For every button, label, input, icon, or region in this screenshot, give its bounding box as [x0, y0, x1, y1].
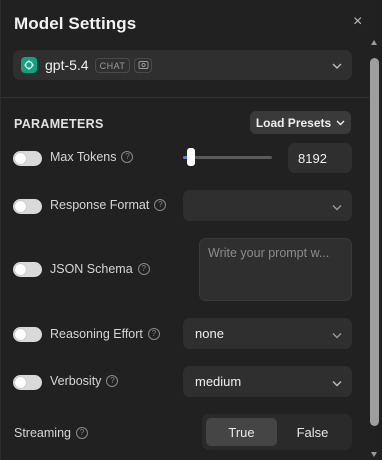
max-tokens-row-label: Max Tokens ? [50, 150, 134, 164]
toggle-knob [15, 153, 26, 164]
json-schema-textarea[interactable]: Write your prompt w... [199, 238, 352, 301]
json-schema-label: JSON Schema [50, 262, 133, 276]
openai-logo-icon [21, 57, 37, 73]
model-name: gpt-5.4 [45, 57, 89, 73]
slider-thumb[interactable] [187, 148, 196, 166]
reasoning-effort-label: Reasoning Effort [50, 327, 143, 341]
verbosity-row-label: Verbosity ? [50, 374, 119, 388]
scrollbar-thumb[interactable] [370, 58, 379, 426]
json-schema-toggle[interactable] [13, 262, 42, 277]
response-format-select[interactable] [183, 190, 352, 221]
toggle-knob [15, 329, 26, 340]
load-presets-button[interactable]: Load Presets [250, 111, 351, 134]
scrollbar[interactable] [370, 40, 379, 460]
help-icon[interactable]: ? [75, 427, 88, 439]
verbosity-select[interactable]: medium [183, 366, 352, 397]
reasoning-effort-select[interactable]: none [183, 318, 352, 349]
help-icon[interactable]: ? [121, 151, 134, 163]
chevron-down-icon [332, 56, 342, 74]
scroll-down-arrow-icon[interactable] [371, 452, 377, 457]
vision-icon [134, 57, 153, 73]
response-format-row-label: Response Format ? [50, 198, 167, 212]
parameters-heading: PARAMETERS [14, 117, 104, 131]
chevron-down-icon [332, 198, 342, 213]
help-icon[interactable]: ? [154, 199, 167, 211]
reasoning-effort-toggle[interactable] [13, 327, 42, 342]
panel-title: Model Settings [14, 14, 137, 33]
close-button[interactable]: × [353, 13, 362, 31]
scroll-up-arrow-icon[interactable] [371, 40, 377, 45]
max-tokens-slider[interactable] [183, 156, 272, 159]
divider [1, 97, 369, 98]
response-format-label: Response Format [50, 198, 150, 212]
help-icon[interactable]: ? [147, 328, 160, 340]
verbosity-toggle[interactable] [13, 375, 42, 390]
toggle-knob [15, 377, 26, 388]
json-schema-row-label: JSON Schema ? [50, 262, 150, 276]
streaming-true-option[interactable]: True [206, 418, 277, 446]
streaming-false-option[interactable]: False [277, 418, 348, 446]
model-selector[interactable]: gpt-5.4 CHAT [13, 50, 352, 80]
streaming-segmented-control: True False [202, 414, 352, 450]
help-icon[interactable]: ? [106, 375, 119, 387]
toggle-knob [15, 264, 26, 275]
help-icon[interactable]: ? [137, 263, 150, 275]
chevron-down-icon [332, 326, 342, 341]
max-tokens-toggle[interactable] [13, 151, 42, 166]
load-presets-label: Load Presets [255, 115, 332, 130]
toggle-knob [15, 201, 26, 212]
chevron-down-icon [336, 120, 345, 125]
max-tokens-label: Max Tokens [50, 150, 117, 164]
reasoning-effort-value: none [195, 326, 224, 341]
streaming-label: Streaming [14, 426, 71, 440]
chevron-down-icon [332, 374, 342, 389]
reasoning-effort-row-label: Reasoning Effort ? [50, 327, 160, 341]
max-tokens-input[interactable]: 8192 [288, 143, 352, 173]
model-settings-panel: Model Settings × gpt-5.4 CHAT PARAMETERS… [0, 0, 382, 460]
verbosity-value: medium [195, 374, 242, 389]
streaming-row-label: Streaming ? [14, 426, 88, 440]
response-format-toggle[interactable] [13, 199, 42, 214]
chat-badge: CHAT [94, 57, 131, 73]
verbosity-label: Verbosity [50, 374, 102, 388]
